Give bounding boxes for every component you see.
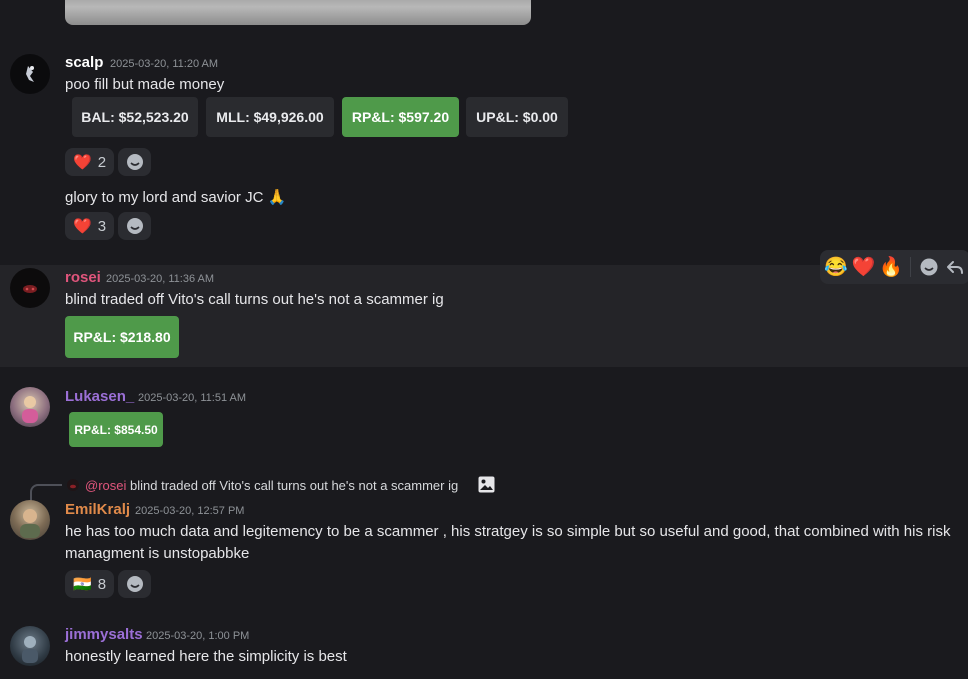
message-text: blind traded off Vito's call turns out h…	[65, 291, 444, 308]
reply-preview-text: blind traded off Vito's call turns out h…	[130, 478, 459, 493]
avatar-emilkralj[interactable]	[10, 500, 50, 540]
add-reaction-icon	[920, 258, 938, 276]
reply-connector	[30, 484, 62, 502]
laughing-emoji-button[interactable]: 😂	[824, 253, 848, 281]
message-toolbar: 😂 ❤️ 🔥	[820, 250, 968, 284]
avatar-mask-icon	[23, 285, 37, 293]
reply-preview[interactable]: @rosei blind traded off Vito's call turn…	[85, 478, 458, 493]
timestamp: 2025-03-20, 11:36 AM	[106, 273, 215, 285]
heart-icon: ❤️	[73, 154, 92, 171]
image-icon	[478, 476, 495, 493]
avatar-jimmysalts[interactable]	[10, 626, 50, 666]
reaction-heart[interactable]: ❤️ 3	[65, 212, 114, 240]
reaction-heart[interactable]: ❤️ 2	[65, 148, 114, 176]
india-flag-icon: 🇮🇳	[73, 576, 92, 593]
username-lukasen[interactable]: Lukasen_	[65, 388, 134, 405]
username-rosei[interactable]: rosei	[65, 269, 101, 286]
username-scalp[interactable]: scalp	[65, 54, 103, 71]
avatar-figure-icon	[26, 66, 34, 82]
reply-button[interactable]	[944, 253, 966, 281]
smile-icon	[126, 218, 143, 234]
username-emilkralj[interactable]: EmilKralj	[65, 501, 130, 518]
avatar-person-icon	[20, 509, 40, 538]
heart-emoji-button[interactable]: ❤️	[852, 253, 876, 281]
avatar-scalp[interactable]	[10, 54, 50, 94]
smile-icon	[126, 154, 143, 170]
smile-icon	[126, 576, 143, 592]
message-text: poo fill but made money	[65, 76, 225, 93]
reply-mention[interactable]: @rosei	[85, 478, 126, 493]
mll-pill: MLL: $49,926.00	[206, 97, 334, 137]
avatar-figure-icon	[22, 636, 38, 663]
reaction-count: 8	[97, 575, 107, 593]
toolbar-divider	[910, 257, 911, 277]
add-reaction-button[interactable]	[918, 253, 940, 281]
message-text: glory to my lord and savior JC 🙏	[65, 189, 287, 206]
username-jimmysalts[interactable]: jimmysalts	[65, 626, 143, 643]
balance-pill: BAL: $52,523.20	[72, 97, 198, 137]
timestamp: 2025-03-20, 11:51 AM	[138, 392, 247, 404]
reply-avatar	[67, 479, 79, 491]
upl-pill: UP&L: $0.00	[466, 97, 568, 137]
rpl-pill: RP&L: $597.20	[342, 97, 459, 137]
reaction-count: 2	[97, 153, 107, 171]
reaction-count: 3	[97, 217, 107, 235]
add-reaction-button[interactable]	[118, 148, 151, 176]
reaction-flag[interactable]: 🇮🇳 8	[65, 570, 114, 598]
rpl-pill: RP&L: $854.50	[69, 412, 163, 447]
timestamp: 2025-03-20, 12:57 PM	[135, 505, 245, 517]
heart-icon: ❤️	[73, 218, 92, 235]
mask-icon	[70, 484, 76, 489]
add-reaction-button[interactable]	[118, 212, 151, 240]
avatar-rosei[interactable]	[10, 268, 50, 308]
avatar-lukasen[interactable]	[10, 387, 50, 427]
timestamp: 2025-03-20, 1:00 PM	[146, 630, 250, 642]
message-text: honestly learned here the simplicity is …	[65, 648, 347, 665]
image-attachment[interactable]	[65, 0, 531, 25]
fire-emoji-button[interactable]: 🔥	[879, 253, 903, 281]
rpl-pill: RP&L: $218.80	[65, 316, 179, 358]
message-text: managment is unstopabbke	[65, 545, 250, 562]
timestamp: 2025-03-20, 11:20 AM	[110, 58, 219, 70]
message-text: he has too much data and legitemency to …	[65, 523, 951, 540]
add-reaction-button[interactable]	[118, 570, 151, 598]
reply-icon	[946, 261, 963, 274]
avatar-person-icon	[22, 396, 38, 423]
